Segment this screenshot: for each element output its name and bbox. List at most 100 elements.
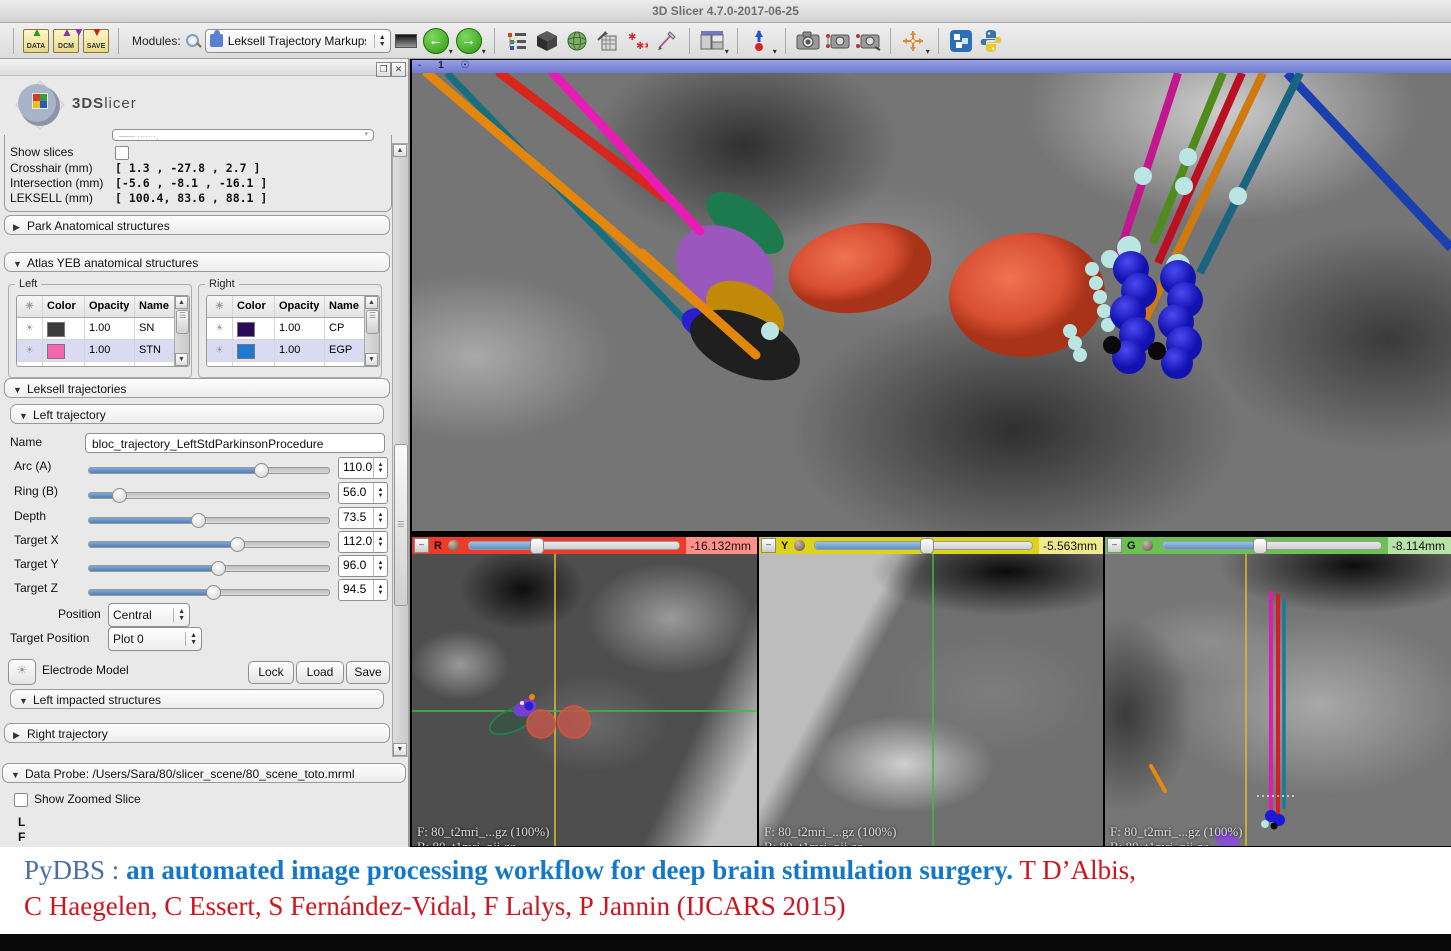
scene-view-restore-button[interactable] [854, 27, 882, 55]
ring-slider[interactable] [88, 492, 330, 499]
scroll-thumb[interactable]: ☰ [366, 310, 379, 334]
dicom-button[interactable]: ▲▼DCM [52, 27, 80, 55]
forward-caret-icon[interactable]: ▾ [482, 47, 486, 56]
scene-view-capture-button[interactable] [824, 27, 852, 55]
slice-minimize-button[interactable]: – [761, 538, 776, 553]
name-cell[interactable]: HC [325, 362, 365, 367]
slider-handle[interactable] [1253, 538, 1267, 554]
slider-handle[interactable] [530, 538, 544, 554]
panel-undock-button[interactable]: ❐ [376, 62, 391, 77]
transforms-module-button[interactable] [593, 27, 621, 55]
opacity-cell[interactable]: 1.00 [275, 362, 325, 367]
section-data-probe[interactable]: ▼Data Probe: /Users/Sara/80/slicer_scene… [2, 763, 406, 783]
scroll-down-icon[interactable]: ▼ [175, 353, 188, 366]
load-button[interactable]: Load [296, 661, 344, 684]
target-z-slider[interactable] [88, 589, 330, 596]
module-back-button[interactable]: ← [423, 28, 449, 54]
spin-arrows-icon[interactable]: ▲▼ [373, 580, 387, 600]
color-swatch[interactable] [47, 322, 65, 337]
section-leksell-trajectories[interactable]: ▼Leksell trajectories [4, 378, 390, 398]
slice-viewport-red[interactable]: F: 80_t2mri_...gz (100%) B: 80_t1mri_nii… [412, 554, 757, 846]
module-forward-button[interactable]: → [456, 28, 482, 54]
scroll-up-icon[interactable]: ▲ [365, 296, 378, 309]
section-right-trajectory[interactable]: ▶Right trajectory [4, 723, 390, 743]
markups-module-button[interactable]: ✱✱✱ [623, 27, 651, 55]
electrode-visibility-button[interactable]: ☀ [8, 659, 36, 685]
crosshair-button[interactable] [899, 27, 927, 55]
scroll-down-icon[interactable]: ▼ [393, 743, 407, 756]
scroll-thumb[interactable]: ☰ [394, 444, 408, 606]
table-row[interactable]: ☀ 1.00 STN [17, 362, 189, 367]
trajectory-name-field[interactable]: bloc_trajectory_LeftStdParkinsonProcedur… [85, 433, 385, 453]
opacity-cell[interactable]: 1.00 [275, 340, 325, 361]
table-row[interactable]: ☀ 1.00 HC [207, 362, 379, 367]
back-caret-icon[interactable]: ▾ [449, 47, 453, 56]
slice-pin-icon[interactable] [448, 540, 459, 551]
panel-scrollbar[interactable]: ▲ ☰ ▼ [392, 143, 409, 757]
section-park-anatomical[interactable]: ▶Park Anatomical structures [4, 215, 390, 235]
scroll-thumb[interactable]: ☰ [176, 310, 189, 334]
section-left-impacted[interactable]: ▼Left impacted structures [10, 689, 384, 709]
section-left-trajectory[interactable]: ▼Left trajectory [10, 404, 384, 424]
python-console-button[interactable] [977, 27, 1005, 55]
module-history-icon[interactable] [395, 34, 417, 48]
target-y-spinbox[interactable]: 96.0▲▼ [338, 555, 388, 577]
slider-handle[interactable] [230, 537, 245, 552]
target-x-spinbox[interactable]: 112.0▲▼ [338, 531, 388, 553]
extensions-manager-button[interactable] [947, 27, 975, 55]
target-y-slider[interactable] [88, 565, 330, 572]
slice-minimize-button[interactable]: – [414, 538, 429, 553]
name-cell[interactable]: STN [135, 362, 175, 367]
name-cell[interactable]: SN [135, 318, 175, 339]
opacity-cell[interactable]: 1.00 [85, 340, 135, 361]
table-scrollbar[interactable]: ▲ ☰ ▼ [364, 296, 379, 366]
slice-minimize-button[interactable]: – [1107, 538, 1122, 553]
name-cell[interactable]: STN [135, 340, 175, 361]
spin-arrows-icon[interactable]: ▲▼ [373, 458, 387, 478]
slider-handle[interactable] [211, 561, 226, 576]
arc-slider[interactable] [88, 467, 330, 474]
slider-handle[interactable] [254, 463, 269, 478]
show-slices-checkbox[interactable] [115, 146, 129, 160]
slice-pin-icon[interactable] [1142, 540, 1153, 551]
name-cell[interactable]: CP [325, 318, 365, 339]
depth-spinbox[interactable]: 73.5▲▼ [338, 507, 388, 529]
table-row[interactable]: ☀ 1.00 SN [17, 318, 189, 340]
save-button[interactable]: ▼SAVE [82, 27, 110, 55]
show-zoomed-slice-checkbox[interactable] [14, 793, 28, 807]
view3d-pin-icon[interactable]: ☉ [460, 60, 469, 71]
module-search-icon[interactable] [185, 33, 201, 49]
module-finder-button[interactable] [503, 27, 531, 55]
section-atlas-yeb[interactable]: ▼Atlas YEB anatomical structures [4, 252, 390, 272]
view3d-minimize-button[interactable]: - [418, 60, 421, 71]
position-combobox[interactable]: Central ▲▼ [108, 603, 190, 627]
visibility-eye-icon[interactable]: ☀ [17, 362, 43, 367]
target-position-combobox[interactable]: Plot 0 ▲▼ [108, 627, 202, 651]
table-scrollbar[interactable]: ▲ ☰ ▼ [174, 296, 189, 366]
scroll-up-icon[interactable]: ▲ [175, 296, 188, 309]
color-swatch[interactable] [47, 366, 65, 367]
target-z-spinbox[interactable]: 94.5▲▼ [338, 579, 388, 601]
module-selector[interactable]: Leksell Trajectory Markups ▲▼ [205, 29, 391, 53]
volumes-module-button[interactable] [533, 27, 561, 55]
color-swatch[interactable] [47, 344, 65, 359]
color-swatch[interactable] [237, 322, 255, 337]
opacity-cell[interactable]: 1.00 [275, 318, 325, 339]
scroll-up-icon[interactable]: ▲ [393, 144, 407, 157]
panel-close-button[interactable]: ✕ [391, 62, 406, 77]
opacity-cell[interactable]: 1.00 [85, 318, 135, 339]
spin-arrows-icon[interactable]: ▲▼ [373, 483, 387, 503]
visibility-eye-icon[interactable]: ☀ [17, 318, 43, 339]
screenshot-button[interactable] [794, 27, 822, 55]
slider-handle[interactable] [920, 538, 934, 554]
visibility-eye-icon[interactable]: ☀ [17, 340, 43, 361]
slider-handle[interactable] [191, 513, 206, 528]
slider-handle[interactable] [206, 585, 221, 600]
ring-spinbox[interactable]: 56.0▲▼ [338, 482, 388, 504]
slice-viewport-yellow[interactable]: F: 80_t2mri_...gz (100%) B: 80_t1mri_nii… [759, 554, 1103, 846]
slice-offset-slider[interactable] [1162, 541, 1382, 550]
target-x-slider[interactable] [88, 541, 330, 548]
models-module-button[interactable] [563, 27, 591, 55]
trajectory-combobox-clipped[interactable]: —— ·······,▾ [112, 129, 374, 141]
color-swatch[interactable] [237, 366, 255, 367]
